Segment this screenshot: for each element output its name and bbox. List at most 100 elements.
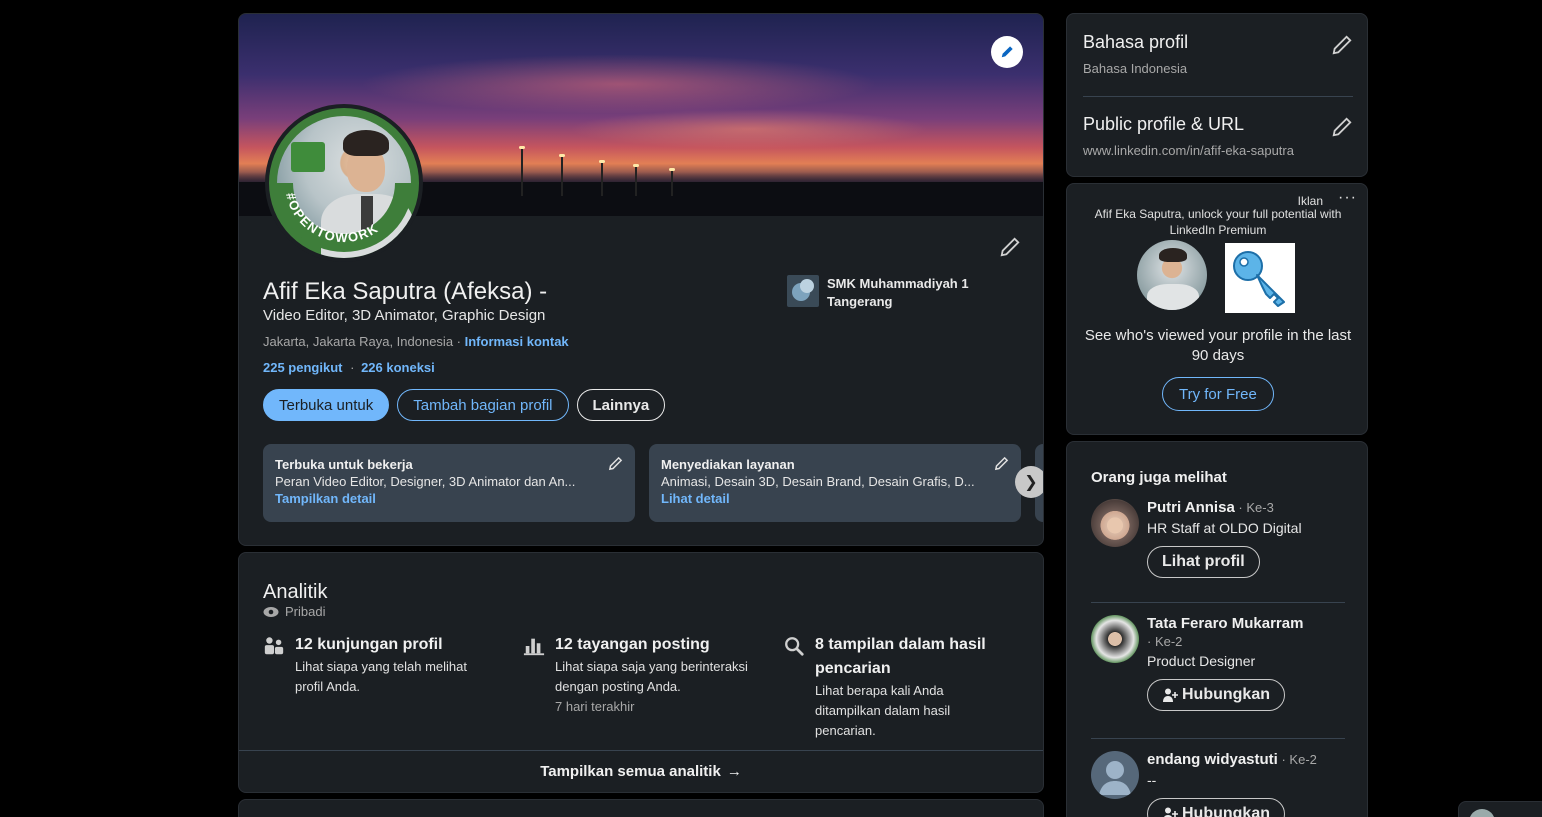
view-profile-button[interactable]: Lihat profil bbox=[1147, 546, 1260, 578]
edit-intro-button[interactable] bbox=[999, 236, 1021, 263]
public-url-title: Public profile & URL bbox=[1083, 114, 1245, 134]
add-person-icon bbox=[1163, 688, 1178, 702]
see-details-link[interactable]: Lihat detail bbox=[661, 491, 1009, 506]
school-name: SMK Muhammadiyah 1 Tangerang bbox=[827, 276, 969, 309]
edit-language-button[interactable] bbox=[1331, 34, 1353, 61]
show-details-link[interactable]: Tampilkan detail bbox=[275, 491, 623, 506]
card-description: Peran Video Editor, Designer, 3D Animato… bbox=[275, 474, 576, 489]
profile-headline: Video Editor, 3D Animator, Graphic Desig… bbox=[263, 307, 546, 324]
analytics-subtext: Lihat siapa saja yang berinteraksi denga… bbox=[555, 659, 748, 694]
open-to-button[interactable]: Terbuka untuk bbox=[263, 389, 390, 421]
analytics-title: Analitik bbox=[263, 581, 328, 603]
analytics-period: 7 hari terakhir bbox=[555, 699, 635, 714]
person-name-line[interactable]: endang widyastuti · Ke-2 bbox=[1147, 751, 1347, 768]
analytics-headline: 8 tampilan dalam hasil pencarian bbox=[815, 636, 986, 677]
avatar[interactable] bbox=[1091, 499, 1139, 547]
person-headline: HR Staff at OLDO Digital bbox=[1147, 520, 1302, 536]
people-also-viewed-card: Orang juga melihat Putri Annisa · Ke-3 H… bbox=[1066, 441, 1368, 817]
connect-button[interactable]: Hubungkan bbox=[1147, 798, 1285, 817]
search-icon bbox=[783, 633, 805, 741]
followers-link[interactable]: 225 pengikut bbox=[263, 360, 342, 375]
person-name: Putri Annisa bbox=[1147, 499, 1235, 516]
connect-button[interactable]: Hubungkan bbox=[1147, 679, 1285, 711]
connection-degree: · Ke-2 bbox=[1147, 634, 1183, 649]
divider bbox=[1091, 602, 1345, 603]
key-icon bbox=[1225, 243, 1295, 313]
analytics-card: Analitik Pribadi 12 kunjungan profil Lih… bbox=[238, 552, 1044, 793]
people-also-viewed-title: Orang juga melihat bbox=[1091, 469, 1227, 486]
card-title: Terbuka untuk bekerja bbox=[275, 457, 413, 472]
profile-avatar[interactable]: #OPENTOWORK bbox=[265, 104, 423, 262]
person-headline: Product Designer bbox=[1147, 653, 1256, 669]
view-profile-label: Lihat profil bbox=[1162, 553, 1245, 570]
profile-language-row: Bahasa profil Bahasa Indonesia bbox=[1083, 32, 1353, 76]
profile-language-value: Bahasa Indonesia bbox=[1083, 61, 1188, 76]
pencil-icon bbox=[994, 456, 1009, 471]
analytics-headline: 12 tayangan posting bbox=[555, 636, 710, 653]
profile-location: Jakarta, Jakarta Raya, Indonesia · Infor… bbox=[263, 334, 569, 349]
eye-icon bbox=[263, 606, 279, 617]
person-name[interactable]: Tata Feraro Mukarram bbox=[1147, 615, 1347, 632]
profile-card: #OPENTOWORK Afif Eka Saputra (Afeksa) - … bbox=[238, 13, 1044, 546]
analytics-post-impressions[interactable]: 12 tayangan posting Lihat siapa saja yan… bbox=[523, 633, 753, 717]
contact-info-link[interactable]: Informasi kontak bbox=[465, 334, 569, 349]
connection-degree: · Ke-2 bbox=[1277, 752, 1317, 767]
pencil-icon bbox=[1332, 117, 1352, 137]
profile-actions: Terbuka untuk Tambah bagian profil Lainn… bbox=[263, 389, 666, 421]
stats-separator: · bbox=[350, 360, 355, 375]
education-entry[interactable]: SMK Muhammadiyah 1 Tangerang bbox=[787, 275, 1007, 311]
edit-card-button[interactable] bbox=[608, 456, 623, 476]
ad-user-avatar bbox=[1137, 240, 1207, 310]
people-icon bbox=[263, 633, 285, 697]
arrow-right-icon: → bbox=[726, 763, 742, 780]
providing-services-card[interactable]: Menyediakan layanan Animasi, Desain 3D, … bbox=[649, 444, 1021, 522]
ad-description: See who's viewed your profile in the las… bbox=[1084, 327, 1352, 364]
analytics-profile-views[interactable]: 12 kunjungan profil Lihat siapa yang tel… bbox=[263, 633, 493, 697]
card-title: Menyediakan layanan bbox=[661, 457, 795, 472]
avatar[interactable] bbox=[1091, 751, 1139, 799]
default-avatar-icon bbox=[1099, 761, 1131, 795]
profile-settings-card: Bahasa profil Bahasa Indonesia Public pr… bbox=[1066, 13, 1368, 177]
open-to-work-card[interactable]: Terbuka untuk bekerja Peran Video Editor… bbox=[263, 444, 635, 522]
pencil-icon bbox=[608, 456, 623, 471]
profile-language-title: Bahasa profil bbox=[1083, 32, 1189, 52]
try-for-free-button[interactable]: Try for Free bbox=[1162, 377, 1274, 411]
analytics-subtext: Lihat berapa kali Anda ditampilkan dalam… bbox=[815, 683, 951, 738]
add-profile-section-button[interactable]: Tambah bagian profil bbox=[397, 389, 569, 421]
person-name: endang widyastuti bbox=[1147, 751, 1278, 768]
premium-ad-card: Iklan ··· Afif Eka Saputra, unlock your … bbox=[1066, 183, 1368, 435]
privacy-text: Pribadi bbox=[285, 604, 326, 619]
school-logo bbox=[787, 275, 819, 307]
analytics-headline: 12 kunjungan profil bbox=[295, 636, 443, 653]
ad-headline: Afif Eka Saputra, unlock your full poten… bbox=[1094, 207, 1342, 237]
add-person-icon bbox=[1164, 807, 1178, 817]
edit-card-button[interactable] bbox=[994, 456, 1009, 476]
connection-degree: · Ke-3 bbox=[1234, 500, 1274, 515]
bar-chart-icon bbox=[523, 633, 545, 717]
connections-link[interactable]: 226 koneksi bbox=[361, 360, 435, 375]
show-all-analytics-button[interactable]: Tampilkan semua analitik → bbox=[239, 750, 1043, 792]
svg-text:#OPENTOWORK: #OPENTOWORK bbox=[283, 191, 381, 245]
connect-label: Hubungkan bbox=[1182, 805, 1270, 817]
pencil-icon bbox=[1000, 237, 1020, 257]
divider bbox=[1083, 96, 1353, 97]
divider bbox=[1091, 738, 1345, 739]
connect-label: Hubungkan bbox=[1182, 686, 1270, 703]
carousel-next-button[interactable]: ❯ bbox=[1015, 466, 1043, 498]
more-button[interactable]: Lainnya bbox=[576, 389, 666, 421]
privacy-label: Pribadi bbox=[263, 604, 325, 619]
avatar[interactable] bbox=[1091, 615, 1139, 663]
person-name-line[interactable]: Putri Annisa · Ke-3 bbox=[1147, 499, 1347, 516]
pencil-icon bbox=[1332, 35, 1352, 55]
profile-name: Afif Eka Saputra (Afeksa) - bbox=[263, 278, 548, 305]
public-url-row: Public profile & URL www.linkedin.com/in… bbox=[1083, 114, 1353, 158]
pencil-icon bbox=[1001, 46, 1013, 58]
profile-stats: 225 pengikut · 226 koneksi bbox=[263, 360, 435, 375]
edit-cover-button[interactable] bbox=[991, 36, 1023, 68]
edit-url-button[interactable] bbox=[1331, 116, 1353, 143]
show-all-analytics-label: Tampilkan semua analitik bbox=[540, 763, 721, 780]
analytics-search-appearances[interactable]: 8 tampilan dalam hasil pencarian Lihat b… bbox=[783, 633, 1013, 741]
public-url-value: www.linkedin.com/in/afif-eka-saputra bbox=[1083, 143, 1294, 158]
messaging-tab[interactable] bbox=[1458, 801, 1542, 817]
more-options-icon[interactable]: ··· bbox=[1338, 189, 1357, 207]
